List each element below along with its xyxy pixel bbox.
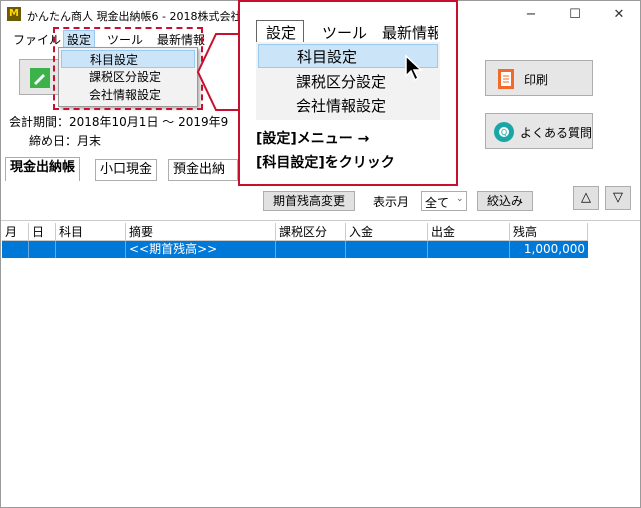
print-label: 印刷 [524, 73, 549, 87]
move-up-button[interactable]: △ [573, 186, 599, 210]
col-day: 日 [29, 223, 56, 241]
callout-instruction-line2: [科目設定]をクリック [256, 155, 395, 171]
col-tax-category: 課税区分 [276, 223, 346, 241]
accounting-period: 会計期間：2018年10月1日 〜 2019年9 [9, 115, 229, 129]
cell-deposit [346, 241, 428, 258]
pencil-icon [30, 68, 50, 88]
maximize-button[interactable]: ☐ [553, 1, 597, 29]
print-button[interactable]: 印刷 [485, 60, 593, 96]
cell-account [56, 241, 126, 258]
faq-label: よくある質問 [520, 126, 593, 140]
mouse-cursor-icon [405, 54, 423, 82]
col-description: 摘要 [126, 223, 276, 241]
highlight-dashed-box [53, 27, 203, 110]
col-withdrawal: 出金 [428, 223, 510, 241]
table-row[interactable]: <<期首残高>> 1,000,000 [2, 241, 588, 258]
zoom-menu-latest: 最新情報 [382, 24, 438, 42]
col-account: 科目 [56, 223, 126, 241]
filter-button[interactable]: 絞込み [477, 191, 533, 211]
chevron-down-icon: ⌄ [456, 194, 464, 204]
move-down-button[interactable]: ▽ [605, 186, 631, 210]
callout-instruction-line1: [設定]メニュー → [256, 131, 370, 147]
cell-day [29, 241, 56, 258]
closing-day: 締め日：月末 [29, 134, 102, 148]
divider [1, 220, 640, 221]
cell-withdrawal [428, 241, 510, 258]
table-header: 月 日 科目 摘要 課税区分 入金 出金 残高 [2, 223, 588, 241]
cell-tax-category [276, 241, 346, 258]
cell-balance: 1,000,000 [523, 242, 585, 256]
faq-button[interactable]: Q よくある質問 [485, 113, 593, 149]
close-button[interactable]: ✕ [597, 1, 641, 29]
callout-pointer-arrow [196, 33, 240, 111]
print-icon [498, 69, 514, 89]
faq-icon: Q [494, 122, 514, 142]
tab-deposit-book[interactable]: 預金出納 [168, 159, 238, 181]
cell-description: <<期首残高>> [126, 241, 276, 258]
app-icon: M [7, 7, 21, 21]
tab-cash-book[interactable]: 現金出納帳 [5, 157, 81, 181]
zoom-dropdown-item-company-settings: 会社情報設定 [296, 97, 387, 115]
cell-month [2, 241, 29, 258]
minimize-button[interactable]: − [509, 1, 553, 29]
col-deposit: 入金 [346, 223, 428, 241]
opening-balance-change-button[interactable]: 期首残高変更 [263, 191, 355, 211]
display-month-label: 表示月 [373, 195, 410, 209]
zoom-menu-settings: 設定 [266, 24, 297, 42]
col-balance: 残高 [510, 223, 588, 241]
zoom-menu-tools: ツール [322, 24, 368, 42]
svg-text:Q: Q [501, 128, 507, 137]
display-month-select[interactable]: 全て ⌄ [421, 191, 467, 211]
col-month: 月 [2, 223, 29, 241]
tab-petty-cash[interactable]: 小口現金 [95, 159, 158, 181]
display-month-value: 全て [425, 196, 450, 210]
